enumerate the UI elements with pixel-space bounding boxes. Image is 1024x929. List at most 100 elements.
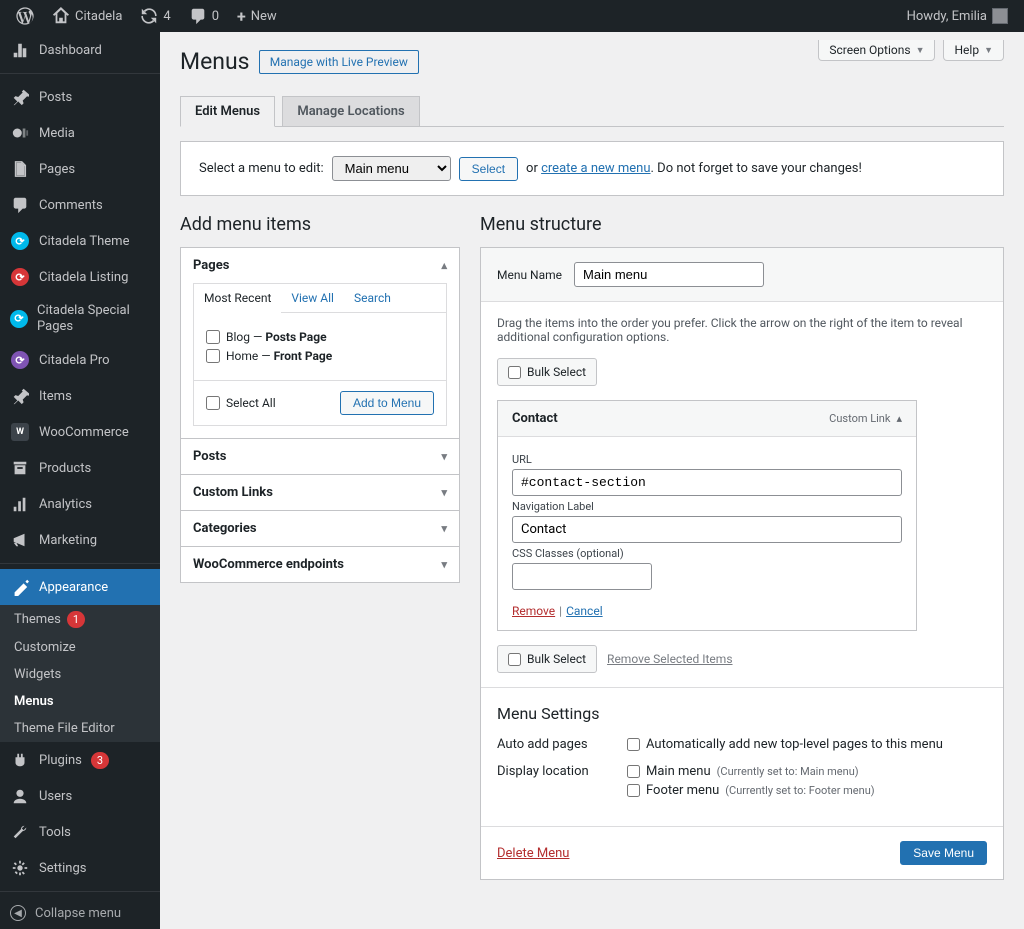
display-location-label: Display location [497, 764, 627, 802]
url-label: URL [512, 453, 902, 466]
submenu-theme-editor[interactable]: Theme File Editor [0, 715, 160, 742]
submenu-themes[interactable]: Themes1 [0, 605, 160, 634]
submenu-customize[interactable]: Customize [0, 634, 160, 661]
menu-tools[interactable]: Tools [0, 814, 160, 850]
tab-view-all[interactable]: View All [281, 284, 344, 312]
metabox-posts-toggle[interactable]: Posts▾ [181, 439, 459, 474]
chevron-down-icon: ▼ [916, 45, 925, 56]
menu-pages[interactable]: Pages [0, 151, 160, 187]
menu-citadela-special[interactable]: ⟳Citadela Special Pages [0, 295, 160, 342]
select-label: Select a menu to edit: [199, 161, 324, 176]
metabox-pages-toggle[interactable]: Pages▴ [181, 248, 459, 283]
menu-products[interactable]: Products [0, 450, 160, 486]
site-name[interactable]: Citadela [44, 0, 130, 32]
chevron-down-icon: ▾ [441, 450, 447, 463]
menu-analytics[interactable]: Analytics [0, 486, 160, 522]
comments-icon [10, 195, 30, 215]
menu-structure-heading: Menu structure [480, 214, 1004, 235]
menu-item-header[interactable]: Contact Custom Link▴ [498, 401, 916, 437]
updates[interactable]: 4 [132, 0, 178, 32]
appearance-icon [10, 577, 30, 597]
menu-citadela-listing[interactable]: ⟳Citadela Listing [0, 259, 160, 295]
css-classes-input[interactable] [512, 563, 652, 590]
citadela-pro-icon: ⟳ [10, 350, 30, 370]
menu-items[interactable]: Items [0, 378, 160, 414]
menu-select[interactable]: Main menu [332, 156, 451, 181]
menu-name-input[interactable] [574, 262, 764, 287]
submenu-menus[interactable]: Menus [0, 688, 160, 715]
page-item-blog[interactable]: Blog — Posts Page [206, 330, 434, 344]
menu-settings[interactable]: Settings [0, 850, 160, 886]
add-to-menu-button[interactable]: Add to Menu [340, 391, 434, 415]
nav-label-input[interactable] [512, 516, 902, 543]
menu-marketing[interactable]: Marketing [0, 522, 160, 558]
menu-media[interactable]: Media [0, 115, 160, 151]
remove-item-link[interactable]: Remove [512, 604, 555, 618]
delete-menu-link[interactable]: Delete Menu [497, 846, 569, 861]
menu-posts[interactable]: Posts [0, 79, 160, 115]
metabox-woo-endpoints: WooCommerce endpoints▾ [180, 546, 460, 583]
metabox-woo-toggle[interactable]: WooCommerce endpoints▾ [181, 547, 459, 582]
pin-icon [10, 87, 30, 107]
menu-desc: Drag the items into the order you prefer… [497, 316, 987, 344]
cancel-item-link[interactable]: Cancel [566, 604, 603, 618]
new-content[interactable]: +New [229, 0, 285, 32]
marketing-icon [10, 530, 30, 550]
url-input[interactable] [512, 469, 902, 496]
updates-icon [140, 7, 158, 25]
bulk-select-bottom[interactable]: Bulk Select [497, 645, 597, 673]
avatar-icon [992, 8, 1008, 24]
dashboard-icon [10, 40, 30, 60]
menu-plugins[interactable]: Plugins3 [0, 742, 160, 778]
menu-select-row: Select a menu to edit: Main menu Select … [180, 141, 1004, 196]
plus-icon: + [237, 7, 246, 26]
menu-dashboard[interactable]: Dashboard [0, 32, 160, 68]
comments-bubble[interactable]: 0 [181, 0, 227, 32]
menu-comments[interactable]: Comments [0, 187, 160, 223]
location-main-checkbox[interactable]: Main menu (Currently set to: Main menu) [627, 764, 875, 779]
screen-options-button[interactable]: Screen Options▼ [818, 40, 935, 61]
users-icon [10, 786, 30, 806]
products-icon [10, 458, 30, 478]
plugins-icon [10, 750, 30, 770]
menu-citadela-theme[interactable]: ⟳Citadela Theme [0, 223, 160, 259]
menu-edit-panel: Menu Name Drag the items into the order … [480, 247, 1004, 880]
live-preview-button[interactable]: Manage with Live Preview [259, 50, 419, 74]
select-button[interactable]: Select [459, 157, 518, 181]
page-item-home[interactable]: Home — Front Page [206, 349, 434, 363]
chevron-up-icon: ▴ [441, 259, 447, 272]
metabox-categories-toggle[interactable]: Categories▾ [181, 511, 459, 546]
tab-edit-menus[interactable]: Edit Menus [180, 96, 275, 127]
collapse-menu[interactable]: ◀Collapse menu [0, 897, 160, 929]
admin-bar: Citadela 4 0 +New Howdy, Emilia [0, 0, 1024, 32]
tab-most-recent[interactable]: Most Recent [194, 284, 281, 313]
location-footer-checkbox[interactable]: Footer menu (Currently set to: Footer me… [627, 783, 875, 798]
menu-settings: Menu Settings Auto add pages Automatical… [481, 687, 1003, 826]
help-button[interactable]: Help▼ [943, 40, 1004, 61]
tab-manage-locations[interactable]: Manage Locations [282, 96, 419, 127]
auto-add-checkbox[interactable]: Automatically add new top-level pages to… [627, 737, 943, 752]
wp-logo[interactable] [8, 0, 42, 32]
add-items-heading: Add menu items [180, 214, 460, 235]
menu-citadela-pro[interactable]: ⟳Citadela Pro [0, 342, 160, 378]
create-menu-link[interactable]: create a new menu [541, 161, 650, 176]
menu-users[interactable]: Users [0, 778, 160, 814]
menu-woocommerce[interactable]: WWooCommerce [0, 414, 160, 450]
tools-icon [10, 822, 30, 842]
nav-label-label: Navigation Label [512, 500, 902, 513]
menu-name-label: Menu Name [497, 268, 562, 282]
save-menu-button[interactable]: Save Menu [900, 841, 987, 865]
submenu-widgets[interactable]: Widgets [0, 661, 160, 688]
howdy[interactable]: Howdy, Emilia [899, 0, 1016, 32]
metabox-posts: Posts▾ [180, 438, 460, 475]
select-all-pages[interactable]: Select All [206, 396, 276, 410]
metabox-customlinks-toggle[interactable]: Custom Links▾ [181, 475, 459, 510]
remove-selected-link[interactable]: Remove Selected Items [607, 652, 732, 666]
tab-search[interactable]: Search [344, 284, 401, 312]
bulk-select-top[interactable]: Bulk Select [497, 358, 597, 386]
menu-appearance[interactable]: Appearance [0, 569, 160, 605]
or-text: or create a new menu. Do not forget to s… [526, 161, 862, 176]
chevron-down-icon: ▼ [984, 45, 993, 56]
citadela-theme-icon: ⟳ [10, 231, 30, 251]
media-icon [10, 123, 30, 143]
